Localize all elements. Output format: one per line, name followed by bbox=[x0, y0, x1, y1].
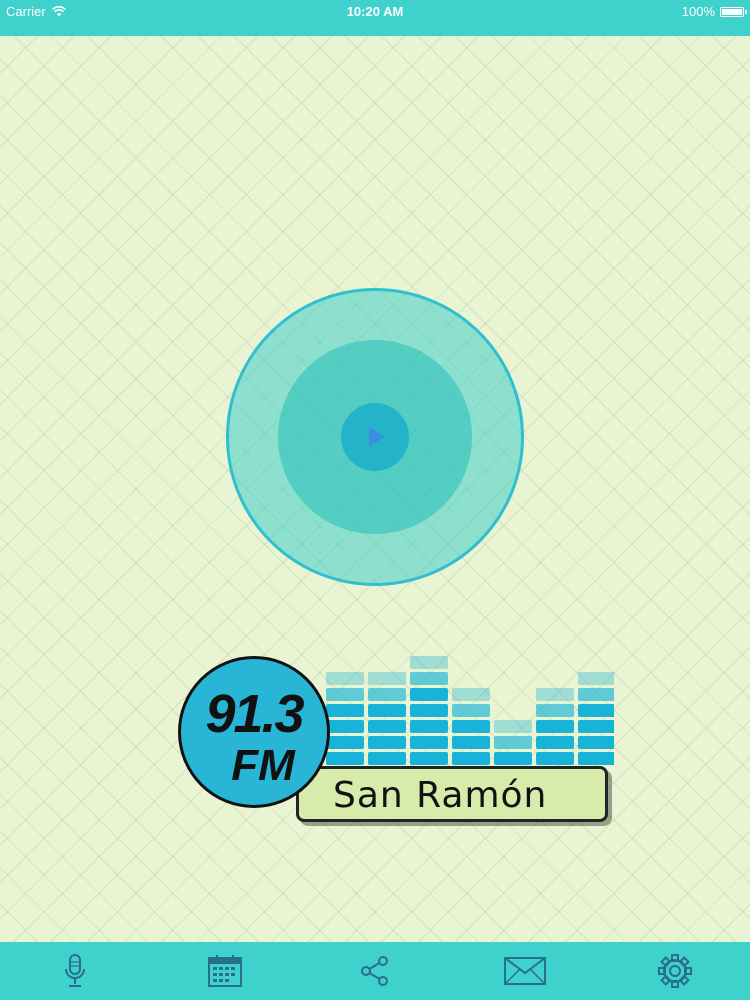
equalizer-segment bbox=[494, 736, 532, 749]
equalizer-segment bbox=[368, 752, 406, 765]
tab-settings[interactable] bbox=[640, 942, 710, 1000]
equalizer-segment bbox=[494, 752, 532, 765]
equalizer-segment bbox=[326, 672, 364, 685]
station-logo: 91.3 FM San Ramón bbox=[178, 644, 614, 840]
equalizer-segment bbox=[368, 672, 406, 685]
logo-frequency: 91.3 bbox=[205, 684, 304, 744]
equalizer-segment bbox=[368, 736, 406, 749]
tab-bar bbox=[0, 942, 750, 1000]
equalizer-segment bbox=[410, 656, 448, 669]
tab-mail[interactable] bbox=[490, 942, 560, 1000]
equalizer-segment bbox=[368, 688, 406, 701]
status-bar: Carrier 10:20 AM 100% bbox=[0, 0, 750, 36]
player-outer-ring bbox=[226, 288, 524, 586]
logo-circle: 91.3 FM bbox=[178, 656, 330, 808]
equalizer-segment bbox=[368, 720, 406, 733]
equalizer-segment bbox=[326, 704, 364, 717]
equalizer-segment bbox=[326, 752, 364, 765]
equalizer-segment bbox=[410, 704, 448, 717]
calendar-icon bbox=[208, 955, 242, 987]
battery-icon bbox=[720, 6, 747, 17]
equalizer-segment bbox=[578, 704, 614, 717]
status-time: 10:20 AM bbox=[346, 4, 404, 19]
logo-banner: San Ramón bbox=[296, 766, 608, 822]
mail-icon bbox=[504, 957, 546, 985]
equalizer-graphic bbox=[326, 656, 614, 765]
equalizer-segment bbox=[536, 720, 574, 733]
equalizer-segment bbox=[452, 720, 490, 733]
equalizer-segment bbox=[368, 704, 406, 717]
equalizer-segment bbox=[536, 688, 574, 701]
share-icon bbox=[361, 956, 388, 986]
equalizer-segment bbox=[326, 736, 364, 749]
tab-microphone[interactable] bbox=[40, 942, 110, 1000]
equalizer-segment bbox=[410, 736, 448, 749]
tab-calendar[interactable] bbox=[190, 942, 260, 1000]
equalizer-segment bbox=[452, 752, 490, 765]
tab-share[interactable] bbox=[340, 942, 410, 1000]
station-name: San Ramón bbox=[333, 775, 548, 816]
battery-percent: 100% bbox=[681, 4, 715, 19]
gear-icon bbox=[658, 954, 692, 988]
main-content: 91.3 FM San Ramón bbox=[0, 36, 750, 942]
play-button[interactable] bbox=[341, 403, 409, 471]
equalizer-segment bbox=[452, 704, 490, 717]
equalizer-segment bbox=[578, 720, 614, 733]
equalizer-segment bbox=[536, 752, 574, 765]
equalizer-segment bbox=[578, 736, 614, 749]
equalizer-segment bbox=[536, 704, 574, 717]
equalizer-segment bbox=[410, 752, 448, 765]
microphone-icon bbox=[65, 954, 85, 987]
equalizer-segment bbox=[410, 688, 448, 701]
equalizer-segment bbox=[452, 736, 490, 749]
equalizer-segment bbox=[410, 720, 448, 733]
logo-band: FM bbox=[231, 741, 295, 790]
equalizer-segment bbox=[410, 672, 448, 685]
equalizer-segment bbox=[578, 688, 614, 701]
equalizer-segment bbox=[452, 688, 490, 701]
equalizer-segment bbox=[578, 752, 614, 765]
equalizer-segment bbox=[326, 688, 364, 701]
battery-fill bbox=[722, 8, 742, 15]
equalizer-segment bbox=[494, 720, 532, 733]
equalizer-segment bbox=[578, 672, 614, 685]
equalizer-segment bbox=[326, 720, 364, 733]
equalizer-segment bbox=[536, 736, 574, 749]
player-inner-ring bbox=[278, 340, 472, 534]
play-icon bbox=[369, 427, 385, 447]
